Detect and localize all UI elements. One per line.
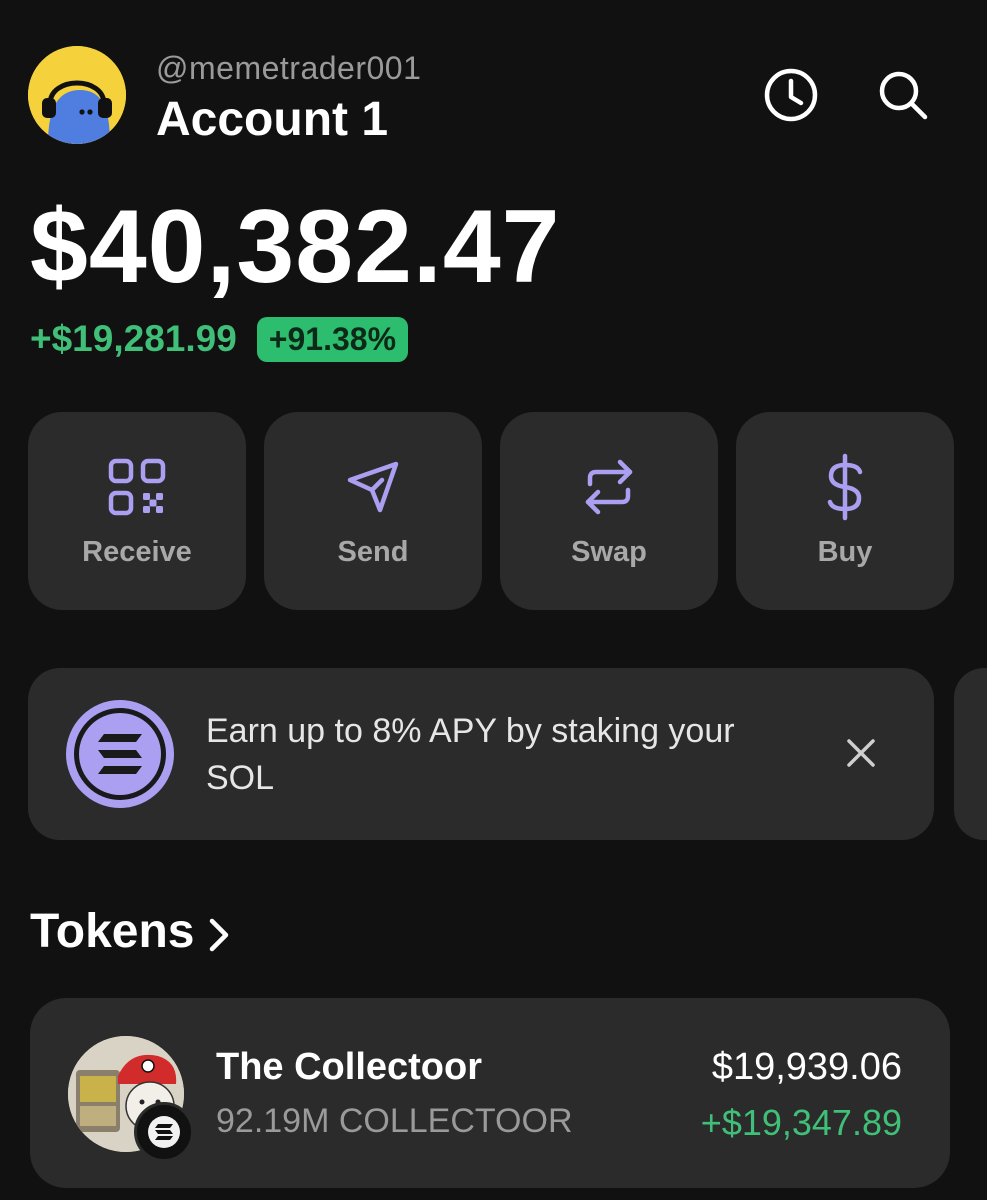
promo-text: Earn up to 8% APY by staking your SOL bbox=[206, 712, 735, 797]
solana-icon bbox=[148, 1116, 180, 1148]
tokens-title: Tokens bbox=[30, 905, 195, 958]
next-promo-card-peek[interactable] bbox=[954, 668, 987, 840]
tokens-section-header[interactable]: Tokens bbox=[30, 904, 230, 959]
token-row[interactable]: The Collectoor 92.19M COLLECTOOR $19,939… bbox=[30, 998, 950, 1188]
solana-icon bbox=[64, 698, 176, 810]
close-icon bbox=[847, 739, 875, 767]
balance-change-row: +$19,281.99 +91.38% bbox=[30, 314, 409, 364]
total-balance: $40,382.47 bbox=[30, 189, 561, 305]
search-icon bbox=[879, 71, 928, 120]
receive-label: Receive bbox=[82, 536, 192, 568]
action-buttons: Receive Send Swap Buy bbox=[28, 412, 954, 610]
swap-arrows-icon bbox=[585, 459, 633, 515]
dollar-icon bbox=[827, 453, 863, 521]
token-chain-badge bbox=[134, 1102, 194, 1162]
receive-button[interactable]: Receive bbox=[28, 412, 246, 610]
search-button[interactable] bbox=[874, 66, 932, 124]
staking-promo-card[interactable]: Earn up to 8% APY by staking your SOL bbox=[28, 668, 934, 840]
token-name: The Collectoor bbox=[216, 1046, 483, 1088]
token-change: +$19,347.89 bbox=[700, 1102, 902, 1143]
account-header: @memetrader001 Account 1 bbox=[28, 42, 958, 152]
balance-change-value: +$19,281.99 bbox=[30, 318, 237, 359]
token-amount: 92.19M COLLECTOOR bbox=[216, 1102, 573, 1140]
qr-code-icon bbox=[108, 458, 166, 516]
buy-label: Buy bbox=[817, 536, 873, 568]
clock-icon bbox=[764, 68, 818, 122]
username: @memetrader001 bbox=[156, 50, 422, 86]
paper-plane-icon bbox=[347, 461, 399, 513]
ghost-headphones-avatar-icon bbox=[28, 46, 126, 144]
send-label: Send bbox=[337, 536, 409, 568]
avatar[interactable] bbox=[28, 46, 126, 144]
history-button[interactable] bbox=[762, 66, 820, 124]
buy-button[interactable]: Buy bbox=[736, 412, 954, 610]
account-name[interactable]: Account 1 bbox=[156, 92, 388, 147]
swap-button[interactable]: Swap bbox=[500, 412, 718, 610]
send-button[interactable]: Send bbox=[264, 412, 482, 610]
balance-change-percent-badge: +91.38% bbox=[256, 316, 409, 362]
promo-close-button[interactable] bbox=[836, 728, 886, 778]
token-value: $19,939.06 bbox=[711, 1046, 902, 1088]
swap-label: Swap bbox=[571, 536, 647, 568]
chevron-right-icon bbox=[208, 917, 230, 953]
